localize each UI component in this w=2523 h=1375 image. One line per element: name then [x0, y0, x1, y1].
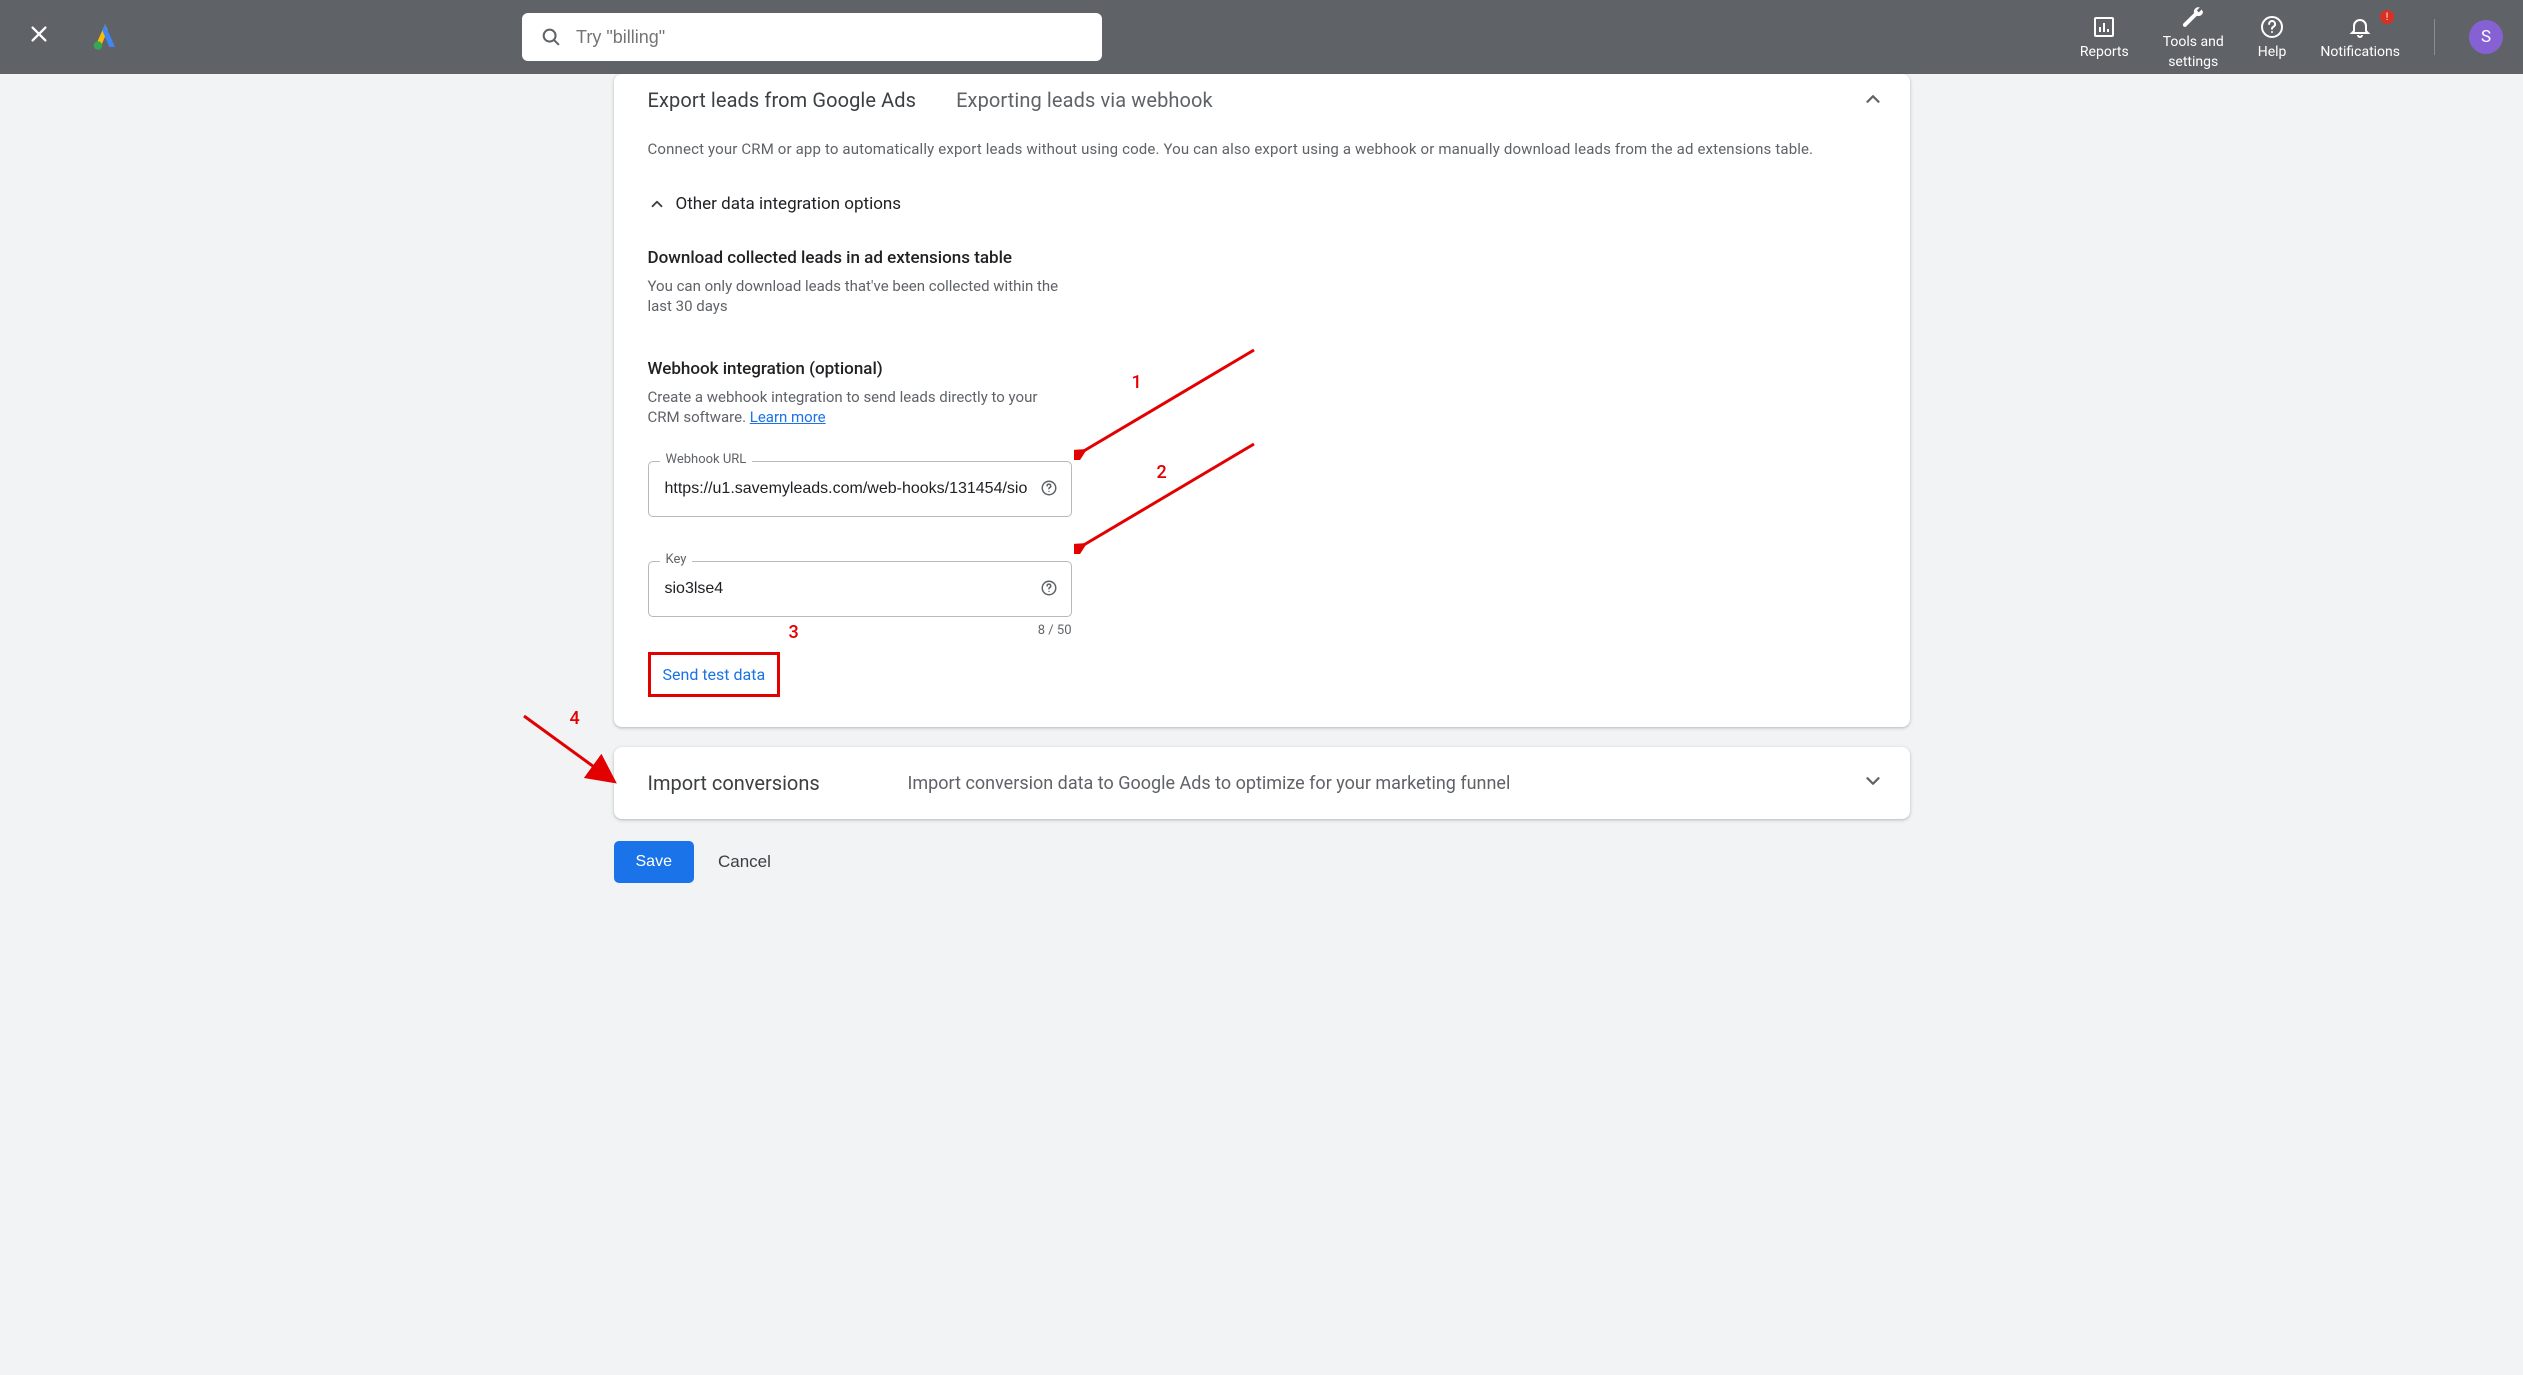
key-counter: 8 / 50	[648, 617, 1072, 638]
export-leads-card: Export leads from Google Ads Exporting l…	[614, 74, 1910, 727]
key-field: Key	[648, 561, 1072, 617]
notifications-button[interactable]: ! Notifications	[2320, 14, 2400, 60]
webhook-url-field: Webhook URL	[648, 461, 1072, 517]
chevron-up-icon	[1862, 88, 1884, 110]
card-subtitle: Exporting leads via webhook	[956, 88, 1213, 112]
bell-icon	[2348, 15, 2372, 39]
tools-label-l1: Tools and	[2163, 34, 2224, 50]
download-section-title: Download collected leads in ad extension…	[648, 224, 1876, 268]
search-icon	[540, 26, 562, 48]
chevron-down-icon	[1862, 770, 1884, 792]
import-conversions-card[interactable]: Import conversions Import conversion dat…	[614, 747, 1910, 819]
webhook-section-title: Webhook integration (optional)	[648, 317, 1876, 379]
import-desc: Import conversion data to Google Ads to …	[908, 773, 1511, 794]
help-circle-icon	[1040, 579, 1058, 597]
webhook-url-help-icon[interactable]	[1040, 479, 1060, 499]
search-bar[interactable]	[522, 13, 1102, 61]
notifications-label: Notifications	[2320, 44, 2400, 60]
help-circle-icon	[1040, 479, 1058, 497]
chevron-up-icon	[648, 195, 666, 213]
annotation-arrow-2	[1074, 434, 1274, 554]
avatar[interactable]: S	[2469, 20, 2503, 54]
help-icon	[2260, 15, 2284, 39]
notification-badge: !	[2380, 10, 2394, 24]
card-title: Export leads from Google Ads	[648, 88, 917, 112]
webhook-url-input[interactable]	[648, 461, 1072, 517]
search-input[interactable]	[576, 27, 1084, 48]
save-button[interactable]: Save	[614, 841, 694, 883]
bar-chart-icon	[2092, 15, 2116, 39]
send-test-data-button[interactable]: Send test data	[648, 652, 781, 697]
key-label: Key	[660, 552, 693, 567]
close-icon[interactable]	[20, 15, 58, 59]
header-actions: Reports Tools and settings Help ! Notifi…	[2080, 4, 2503, 70]
button-row: Save Cancel	[614, 819, 1910, 883]
webhook-desc-text: Create a webhook integration to send lea…	[648, 388, 1038, 426]
expand-import-button[interactable]	[1862, 770, 1884, 796]
webhook-section-desc: Create a webhook integration to send lea…	[648, 379, 1068, 428]
key-help-icon[interactable]	[1040, 579, 1060, 599]
reports-label: Reports	[2080, 44, 2129, 60]
tools-settings-button[interactable]: Tools and settings	[2163, 4, 2224, 70]
wrench-icon	[2181, 5, 2205, 29]
app-header: Reports Tools and settings Help ! Notifi…	[0, 0, 2523, 74]
help-button[interactable]: Help	[2258, 14, 2287, 60]
reports-button[interactable]: Reports	[2080, 14, 2129, 60]
tools-label-l2: settings	[2168, 54, 2218, 70]
divider	[2434, 19, 2435, 55]
other-options-label: Other data integration options	[676, 194, 902, 214]
import-title: Import conversions	[648, 771, 908, 795]
webhook-url-label: Webhook URL	[660, 452, 753, 467]
annotation-number-2: 2	[1157, 462, 1167, 483]
learn-more-link[interactable]: Learn more	[750, 408, 826, 426]
card-description: Connect your CRM or app to automatically…	[648, 112, 1876, 168]
collapse-card-button[interactable]	[1860, 86, 1886, 112]
google-ads-logo-icon[interactable]	[88, 20, 122, 54]
help-label: Help	[2258, 44, 2287, 60]
other-options-toggle[interactable]: Other data integration options	[648, 168, 1876, 224]
annotation-number-4: 4	[570, 708, 580, 729]
cancel-button[interactable]: Cancel	[718, 852, 771, 872]
key-input[interactable]	[648, 561, 1072, 617]
download-section-desc: You can only download leads that've been…	[648, 268, 1068, 317]
